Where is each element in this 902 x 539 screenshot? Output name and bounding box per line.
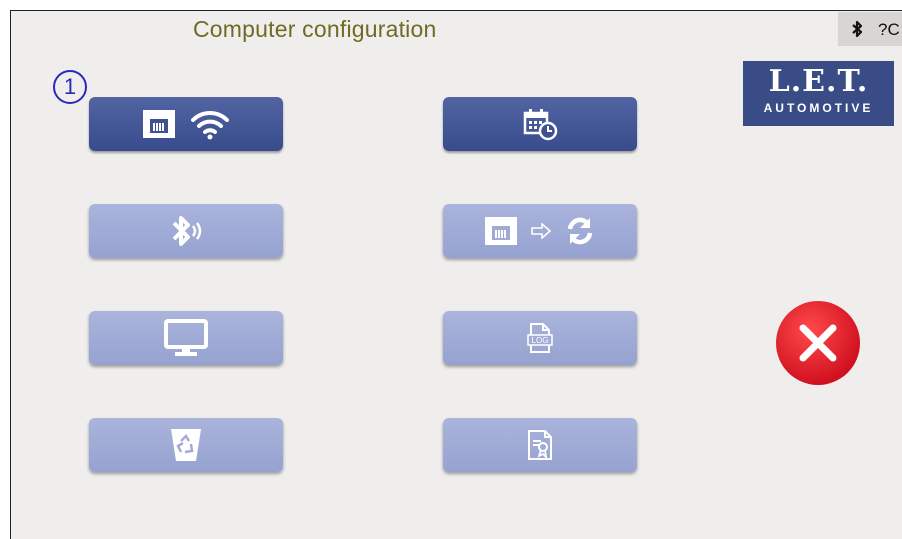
step-number-badge: 1 xyxy=(53,70,87,104)
wifi-icon xyxy=(190,108,230,140)
network-wifi-button[interactable] xyxy=(89,97,283,151)
status-text: ?C xyxy=(878,20,900,39)
status-bar: ?C xyxy=(838,12,902,46)
recycle-bin-icon xyxy=(169,427,203,463)
ethernet-icon xyxy=(142,109,176,139)
close-icon xyxy=(776,301,860,385)
display-button[interactable] xyxy=(89,311,283,365)
monitor-icon xyxy=(163,318,209,358)
svg-text:LOG: LOG xyxy=(532,336,549,345)
logo-title: L.E.T. xyxy=(768,64,869,99)
recycle-button[interactable] xyxy=(89,418,283,472)
page-title: Computer configuration xyxy=(193,16,437,42)
network-sync-button[interactable] xyxy=(443,204,637,258)
sync-icon xyxy=(564,215,596,247)
logo-subtitle: AUTOMOTIVE xyxy=(763,101,874,115)
close-button[interactable] xyxy=(774,299,862,387)
ethernet-icon xyxy=(484,216,518,246)
bluetooth-status-icon xyxy=(851,20,863,43)
log-button[interactable]: LOG xyxy=(443,311,637,365)
arrow-right-icon xyxy=(530,223,552,239)
bluetooth-button[interactable] xyxy=(89,204,283,258)
company-logo: L.E.T. AUTOMOTIVE xyxy=(743,61,894,126)
calendar-clock-icon xyxy=(522,107,558,141)
date-time-button[interactable] xyxy=(443,97,637,151)
certificate-icon xyxy=(526,429,554,461)
bluetooth-icon xyxy=(166,213,206,249)
log-file-icon: LOG xyxy=(526,322,554,354)
certificate-button[interactable] xyxy=(443,418,637,472)
